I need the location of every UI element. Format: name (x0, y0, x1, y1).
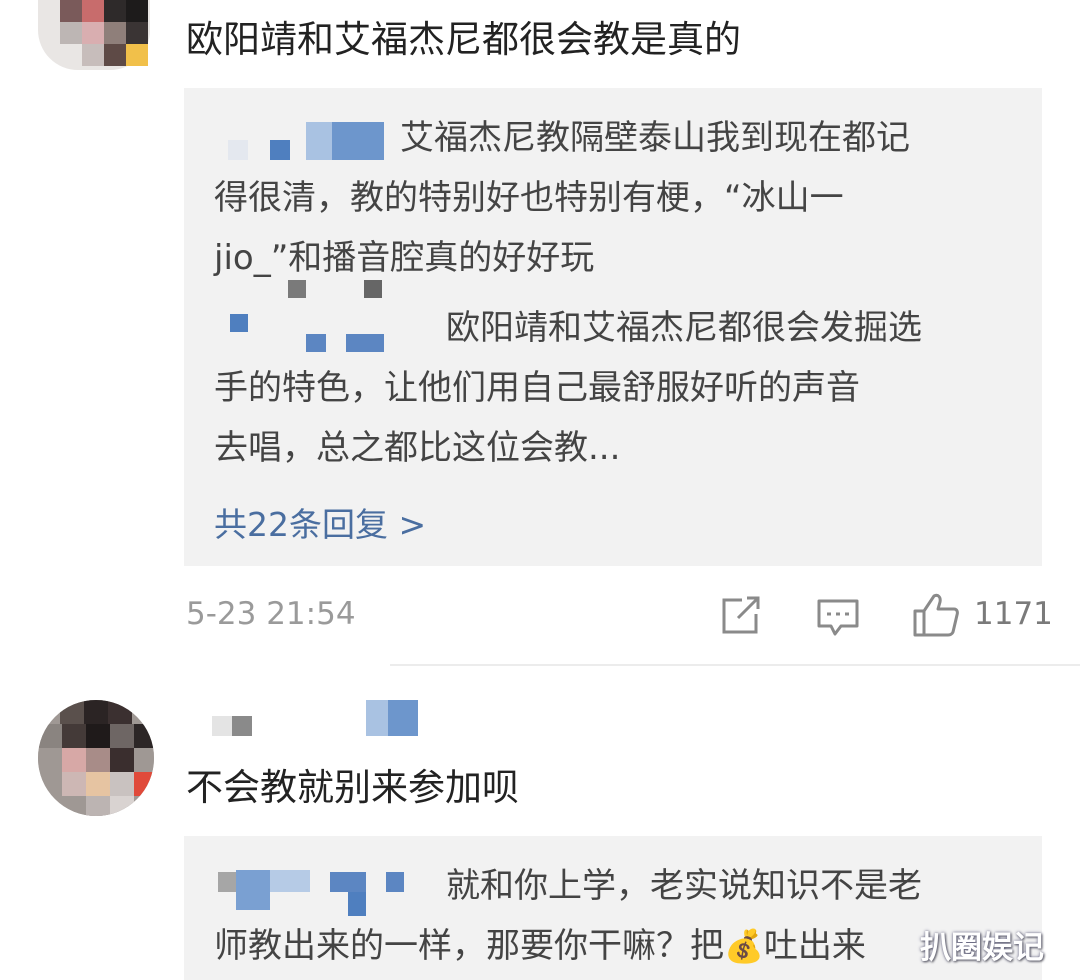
comment-text: 欧阳靖和艾福杰尼都很会教是真的 (186, 18, 741, 61)
reply-line-text: 吐出来 (763, 926, 866, 966)
reply-2: 欧阳靖和艾福杰尼都很会发掘选 手的特色，让他们用自己最舒服好听的声音 去唱，总之… (214, 298, 922, 478)
reply-line: 手的特色，让他们用自己最舒服好听的声音 (214, 368, 860, 408)
money-bag-icon: 💰 (724, 927, 764, 965)
reply-line: 得很清，教的特别好也特别有梗，“冰山一 (214, 178, 844, 218)
reply-line: 欧阳靖和艾福杰尼都很会发掘选 (446, 308, 922, 348)
reply-line: jio_”和播音腔真的好好玩 (214, 238, 595, 278)
reply-line: 就和你上学，老实说知识不是老 (446, 866, 922, 906)
reply-box[interactable]: 就和你上学，老实说知识不是老 师教出来的一样，那要你干嘛？把💰吐出来 (184, 836, 1042, 980)
reply-line-text: 师教出来的一样，那要你干嘛？把 (214, 926, 724, 966)
share-icon[interactable] (720, 596, 762, 636)
avatar[interactable] (38, 0, 150, 70)
avatar[interactable] (38, 700, 154, 816)
reply-line: 去唱，总之都比这位会教... (214, 428, 621, 468)
timestamp: 5-23 21:54 (186, 596, 356, 632)
thumbs-up-icon[interactable] (912, 592, 960, 638)
watermark: 扒圈娱记 (920, 930, 1044, 966)
reply-1: 就和你上学，老实说知识不是老 师教出来的一样，那要你干嘛？把💰吐出来 (214, 856, 922, 976)
comment-text: 不会教就别来参加呗 (186, 766, 519, 809)
reply-1: 艾福杰尼教隔壁泰山我到现在都记 得很清，教的特别好也特别有梗，“冰山一 jio_… (214, 108, 910, 288)
reply-line: 师教出来的一样，那要你干嘛？把💰吐出来 (214, 916, 922, 976)
divider (390, 664, 1080, 666)
comment-icon[interactable] (816, 598, 860, 638)
reply-line: 艾福杰尼教隔壁泰山我到现在都记 (400, 118, 910, 158)
reply-box[interactable]: 艾福杰尼教隔壁泰山我到现在都记 得很清，教的特别好也特别有梗，“冰山一 jio_… (184, 88, 1042, 566)
like-count: 1171 (974, 596, 1053, 632)
more-replies-link[interactable]: 共22条回复 > (214, 498, 426, 546)
